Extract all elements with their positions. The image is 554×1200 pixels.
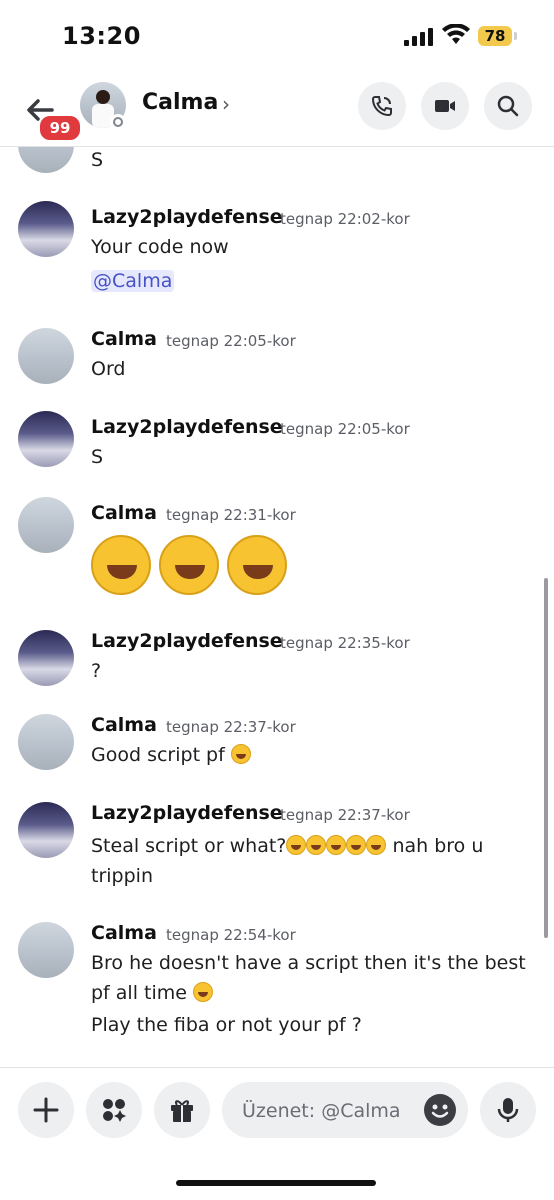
scrollbar[interactable] [544, 578, 548, 938]
message-timestamp: tegnap 22:35-kor [280, 634, 410, 652]
message-timestamp: tegnap 22:05-kor [166, 332, 296, 350]
message-text: Your code now [91, 236, 229, 258]
message-text: Bro he doesn't have a script then it's t… [91, 952, 526, 974]
avatar[interactable] [18, 411, 74, 467]
avatar[interactable] [18, 497, 74, 553]
plus-icon [33, 1097, 59, 1123]
avatar[interactable] [18, 630, 74, 686]
status-time: 13:20 [62, 22, 141, 50]
message-text: ? [91, 660, 102, 682]
rolling-on-floor-laughing-icon[interactable] [230, 744, 251, 764]
message-text: Good script pf [91, 744, 225, 766]
chat-header: 99 Calma › [0, 72, 554, 147]
gift-button[interactable] [154, 1082, 210, 1138]
message-input-container[interactable] [222, 1082, 468, 1138]
face-with-tears-of-joy-icon[interactable] [306, 835, 327, 855]
unread-badge: 99 [38, 114, 82, 142]
message-timestamp: tegnap 22:37-kor [166, 718, 296, 736]
home-indicator [176, 1180, 376, 1186]
wifi-icon [442, 24, 470, 44]
message-text: pf all time [91, 982, 187, 1004]
message-timestamp: tegnap 22:37-kor [280, 806, 410, 824]
voice-call-button[interactable] [358, 82, 406, 130]
user-mention[interactable]: @Calma [91, 270, 175, 292]
rolling-on-floor-laughing-icon[interactable] [91, 535, 151, 595]
avatar[interactable] [18, 922, 74, 978]
message-author[interactable]: Lazy2playdefense [91, 416, 283, 438]
offline-status-icon [110, 114, 126, 130]
message-text: trippin [91, 865, 153, 887]
rolling-on-floor-laughing-icon[interactable] [159, 535, 219, 595]
message-author[interactable]: Lazy2playdefense [91, 206, 283, 228]
avatar[interactable] [18, 147, 74, 173]
message-text: nah bro u [392, 835, 484, 857]
emoji-row [91, 535, 295, 596]
apps-sparkle-icon [103, 1099, 126, 1122]
add-attachment-button[interactable] [18, 1082, 74, 1138]
message-input[interactable] [240, 1096, 414, 1126]
avatar[interactable] [18, 802, 74, 858]
message-text: S [91, 446, 104, 468]
message-text: Steal script or what? [91, 835, 287, 857]
gift-icon [171, 1100, 193, 1122]
contact-name[interactable]: Calma [142, 90, 218, 115]
search-button[interactable] [484, 82, 532, 130]
battery-icon: 78 [478, 26, 512, 46]
video-call-button[interactable] [421, 82, 469, 130]
avatar[interactable] [18, 201, 74, 257]
avatar[interactable] [18, 328, 74, 384]
emoji-picker-icon[interactable] [424, 1094, 456, 1126]
message-text: Play the fiba or not your pf ? [91, 1014, 362, 1036]
message-author[interactable]: Calma [91, 714, 157, 736]
message-timestamp: tegnap 22:54-kor [166, 926, 296, 944]
message-author[interactable]: Calma [91, 502, 157, 524]
composer-bar [0, 1067, 554, 1200]
message-author[interactable]: Calma [91, 328, 157, 350]
message-list[interactable]: S Lazy2playdefense tegnap 22:02-kor Your… [0, 147, 554, 1067]
message-text: Ord [91, 358, 126, 380]
message-author[interactable]: Calma [91, 922, 157, 944]
message-author[interactable]: Lazy2playdefense [91, 630, 283, 652]
phone-icon [371, 96, 392, 117]
face-with-tears-of-joy-icon[interactable] [286, 835, 307, 855]
message-timestamp: tegnap 22:02-kor [280, 210, 410, 228]
status-bar: 13:20 78 [0, 0, 554, 72]
rolling-on-floor-laughing-icon[interactable] [227, 535, 287, 595]
microphone-icon [497, 1098, 519, 1122]
search-icon [497, 95, 519, 117]
message-timestamp: tegnap 22:05-kor [280, 420, 410, 438]
voice-message-button[interactable] [480, 1082, 536, 1138]
chevron-right-icon[interactable]: › [222, 92, 230, 116]
face-with-tears-of-joy-icon[interactable] [326, 835, 347, 855]
face-with-tears-of-joy-icon[interactable] [346, 835, 367, 855]
rolling-on-floor-laughing-icon[interactable] [193, 982, 214, 1002]
avatar[interactable] [18, 714, 74, 770]
message-author[interactable]: Lazy2playdefense [91, 802, 283, 824]
message-text: S [91, 149, 104, 171]
battery-tip [514, 32, 517, 40]
apps-button[interactable] [86, 1082, 142, 1138]
cellular-signal-icon [404, 28, 434, 46]
message-timestamp: tegnap 22:31-kor [166, 506, 296, 524]
face-with-tears-of-joy-icon[interactable] [366, 835, 387, 855]
video-camera-icon [435, 100, 455, 112]
